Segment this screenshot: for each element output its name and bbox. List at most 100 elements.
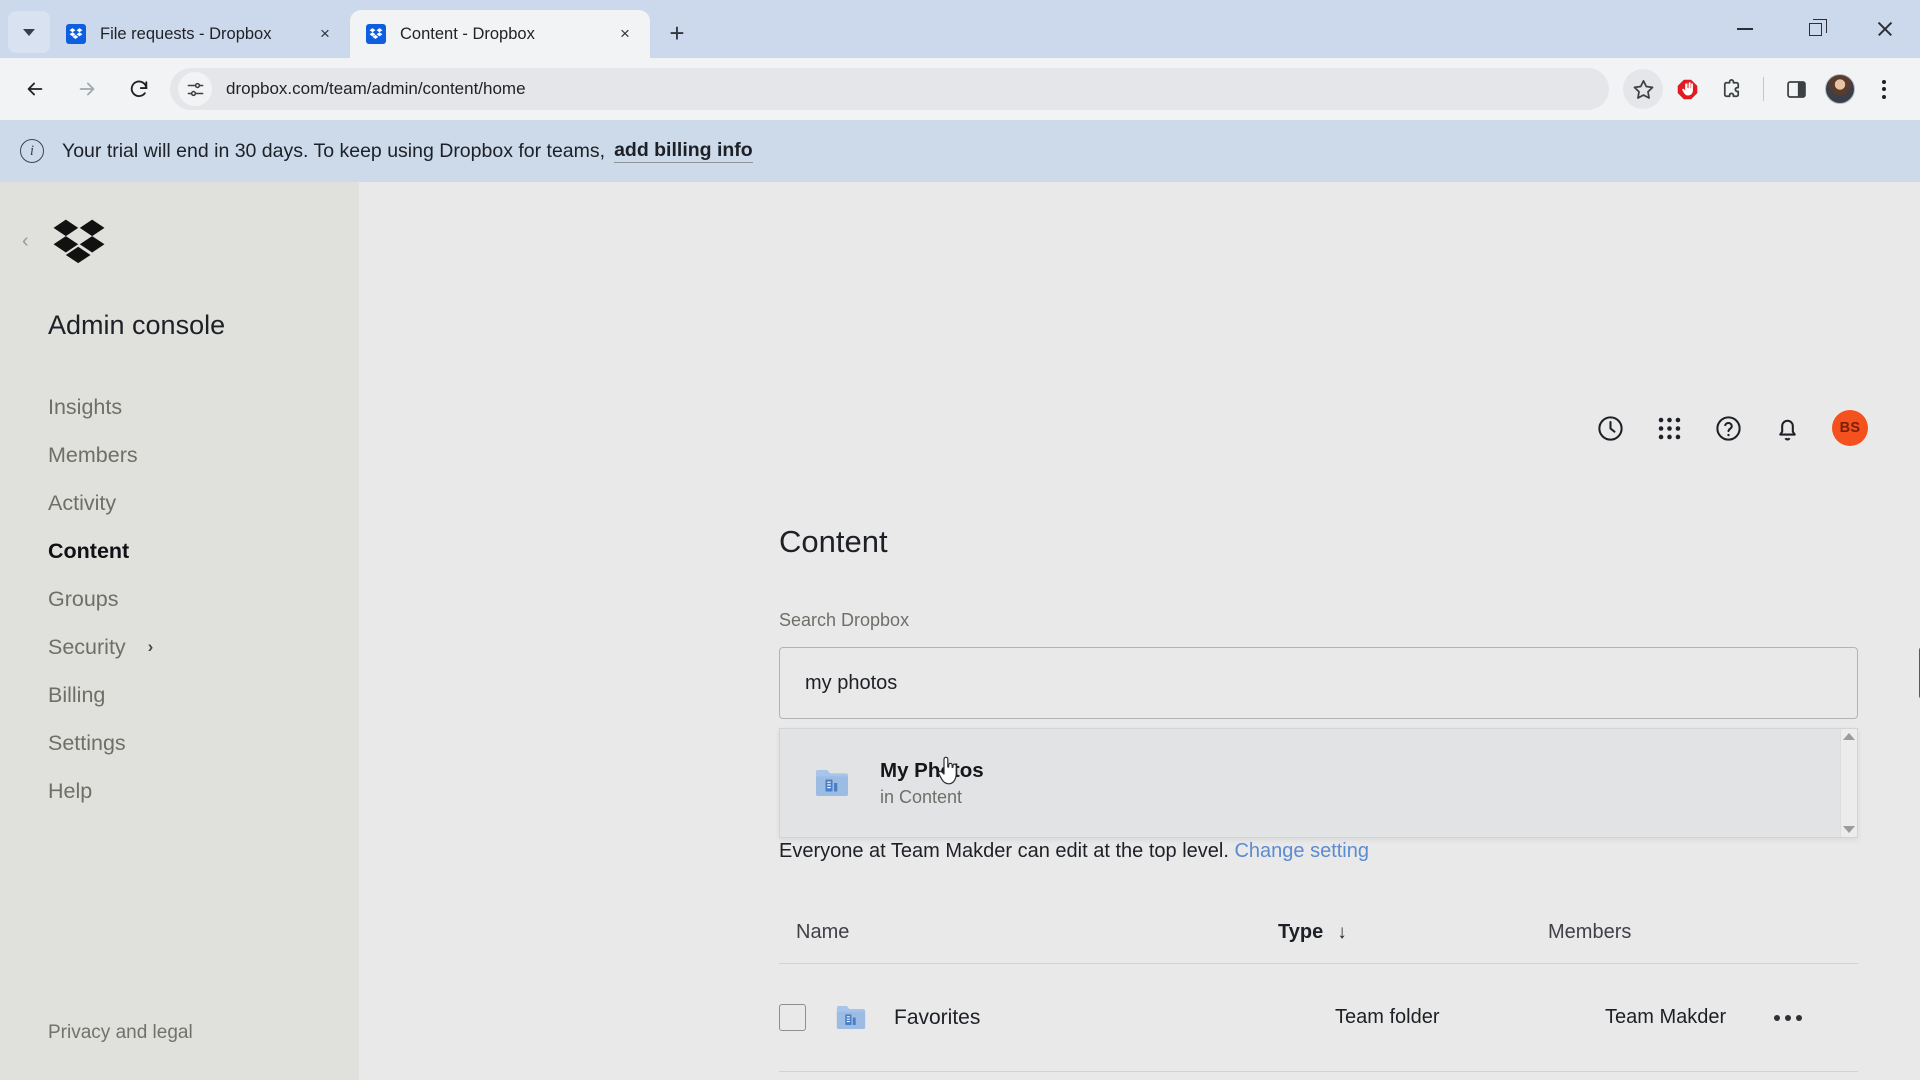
cell-members: Team Makder [1605,1006,1727,1028]
privacy-and-legal-link[interactable]: Privacy and legal [0,1022,359,1080]
column-header-name[interactable]: Name [779,921,1278,944]
sidebar-item-help[interactable]: Help [0,767,359,815]
star-icon [1633,79,1653,99]
permission-note-text: Everyone at Team Makder can edit at the … [779,840,1229,862]
sidebar-collapse-button[interactable]: ‹ [22,231,44,251]
scroll-up-icon[interactable] [1843,733,1855,740]
sidebar-logo-row: ‹ [0,182,359,264]
column-header-members[interactable]: Members [1548,921,1768,944]
table-row[interactable]: Favorites Team folder Team Makder [779,964,1858,1072]
folder-name[interactable]: Favorites [894,1006,980,1030]
sort-descending-icon: ↓ [1337,921,1347,943]
side-panel-button[interactable] [1776,69,1816,109]
back-button[interactable] [14,68,56,110]
search-result-item[interactable]: My Photos in Content [780,729,1840,837]
dropdown-scrollbar[interactable] [1840,729,1857,837]
puzzle-piece-icon [1723,78,1739,97]
content-table: Name Type ↓ Members Favorites Team folde… [779,902,1858,1080]
sidebar-item-activity[interactable]: Activity [0,479,359,527]
change-setting-link[interactable]: Change setting [1234,840,1369,862]
profile-avatar-icon [1825,74,1855,104]
browser-tab-strip: File requests - Dropbox × Content - Drop… [0,0,1920,58]
extensions-button[interactable] [1711,69,1751,109]
row-checkbox[interactable] [779,1004,806,1031]
address-bar-url: dropbox.com/team/admin/content/home [226,79,526,98]
team-folder-icon [836,1006,866,1029]
adblock-stop-hand-icon [1677,79,1697,99]
tab-title: Content - Dropbox [400,24,535,43]
sidebar-item-billing[interactable]: Billing [0,671,359,719]
sidebar-item-content[interactable]: Content [0,527,359,575]
sidebar-item-groups[interactable]: Groups [0,575,359,623]
search-label: Search Dropbox [779,610,910,630]
table-row[interactable]: My Photos Team folder 3 members [779,1072,1858,1080]
minimize-window-button[interactable] [1710,0,1780,58]
sidebar-item-label: Activity [48,490,117,515]
user-avatar[interactable]: BS [1832,410,1868,446]
info-circle-icon: i [20,139,44,163]
add-billing-info-link[interactable]: add billing info [614,139,753,163]
dropbox-logo-icon[interactable] [52,218,106,264]
tab-search-button[interactable] [8,11,50,53]
cell-name: Favorites [836,1004,1335,1031]
sidebar-item-label: Security [48,634,126,659]
dropbox-favicon-icon [366,24,386,44]
body-row: ‹ Admin console Insights Members Activit… [0,182,1920,1080]
cell-actions [1768,1014,1858,1021]
sidebar-item-label: Content [48,538,130,563]
maximize-window-button[interactable] [1780,0,1850,58]
trial-banner: i Your trial will end in 30 days. To kee… [0,120,1920,182]
close-window-button[interactable] [1850,0,1920,58]
overflow-menu-icon[interactable] [1768,1014,1802,1021]
sidebar-item-insights[interactable]: Insights [0,383,359,431]
browser-tab-file-requests[interactable]: File requests - Dropbox × [50,10,350,58]
tab-close-button[interactable]: × [312,21,338,47]
team-folder-icon [816,770,848,796]
trial-banner-text: Your trial will end in 30 days. To keep … [62,139,606,162]
admin-console-title: Admin console [48,310,226,340]
search-input[interactable]: my photos [779,647,1858,719]
tab-close-button[interactable]: × [612,21,638,47]
address-bar[interactable]: dropbox.com/team/admin/content/home [170,68,1609,110]
clock-icon[interactable] [1596,414,1625,443]
dropbox-favicon-icon [66,24,86,44]
search-result-texts: My Photos in Content [880,758,984,808]
browser-menu-button[interactable] [1864,69,1904,109]
chevron-right-icon: › [147,637,154,656]
close-window-icon [1876,20,1894,38]
browser-tab-content[interactable]: Content - Dropbox × [350,10,650,58]
sidebar-item-settings[interactable]: Settings [0,719,359,767]
browser-toolbar: dropbox.com/team/admin/content/home [0,58,1920,120]
sidebar-item-security[interactable]: Security › [0,623,359,671]
sidebar-item-label: Insights [48,394,123,419]
help-circle-icon[interactable] [1714,414,1743,443]
page-body: i Your trial will end in 30 days. To kee… [0,120,1920,1080]
column-header-type-label: Type [1278,921,1324,943]
site-settings-icon[interactable] [178,72,212,106]
forward-button[interactable] [66,68,108,110]
back-arrow-icon [27,82,43,96]
sidebar-item-label: Groups [48,586,119,611]
reload-button[interactable] [118,68,160,110]
column-header-type[interactable]: Type ↓ [1278,921,1548,944]
adblock-button[interactable] [1667,69,1707,109]
bookmark-button[interactable] [1623,69,1663,109]
scroll-down-icon[interactable] [1843,826,1855,833]
search-result-title: My Photos [880,759,984,783]
page-title: Content [779,524,888,559]
toolbar-divider [1763,77,1764,101]
permission-note: Everyone at Team Makder can edit at the … [779,840,1369,863]
app-header-icons: BS [1596,410,1868,446]
sidebar-item-members[interactable]: Members [0,431,359,479]
app-grid-icon[interactable] [1655,414,1684,443]
main-content: BS Content Search Dropbox my photos My P… [359,182,1920,1080]
sidebar-item-label: Billing [48,682,106,707]
cell-type: Team folder [1335,1006,1440,1028]
forward-arrow-icon [79,82,95,96]
profile-button[interactable] [1820,69,1860,109]
chevron-down-icon [23,28,35,36]
new-tab-button[interactable]: + [658,14,696,52]
sidebar-item-label: Settings [48,730,126,755]
admin-sidebar: ‹ Admin console Insights Members Activit… [0,182,359,1080]
bell-icon[interactable] [1773,414,1802,443]
